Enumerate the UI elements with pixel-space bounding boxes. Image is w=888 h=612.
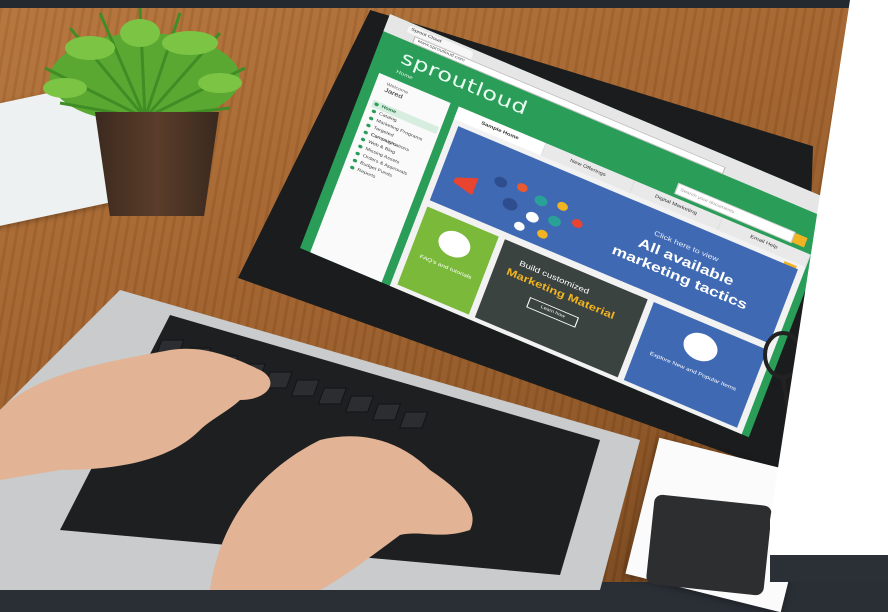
top-dark-strip — [0, 0, 888, 8]
bottom-dark-strip — [770, 555, 888, 582]
search-icon[interactable] — [791, 232, 808, 248]
sidebar-nav: Home Catalog Marketing Programs Targeted… — [347, 99, 439, 198]
faq-label: FAQ's and tutorials — [418, 254, 473, 281]
question-icon — [434, 226, 475, 263]
laptop-keyboard-and-hands — [0, 290, 640, 590]
plant-pot — [95, 112, 219, 216]
smartphone — [645, 494, 773, 596]
